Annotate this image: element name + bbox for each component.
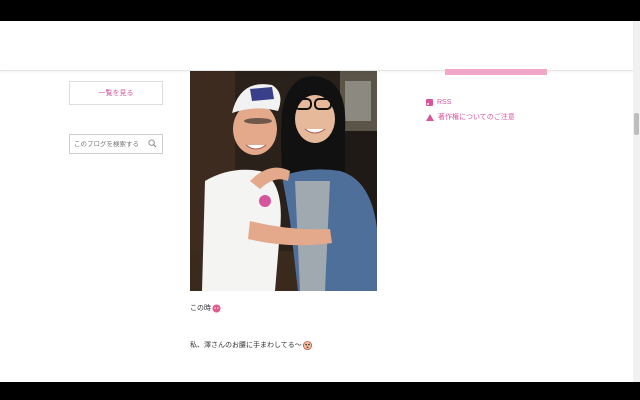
surprised-face-emoji-icon bbox=[302, 340, 312, 350]
rss-link-label[interactable]: RSS bbox=[437, 99, 451, 106]
scrollbar-thumb[interactable] bbox=[634, 113, 639, 135]
post-caption-1-text: この時 bbox=[190, 305, 211, 312]
warning-icon bbox=[426, 113, 434, 121]
blog-search-input[interactable] bbox=[74, 140, 144, 148]
site-header bbox=[0, 21, 633, 71]
post-caption-2: 私、澤さんのお腰に手まわしてる〜 bbox=[190, 340, 312, 350]
search-icon[interactable] bbox=[148, 139, 157, 148]
browser-viewport: 一覧を見る このブログを検索する この時 私、澤さんのお腰に手まわしてる〜 RS… bbox=[0, 21, 640, 382]
post-caption-2-text: 私、澤さんのお腰に手まわしてる〜 bbox=[190, 342, 302, 349]
copyright-notice-label[interactable]: 著作権についてのご注意 bbox=[438, 112, 515, 122]
heart-face-emoji-icon bbox=[212, 303, 221, 313]
post-caption-1: この時 bbox=[190, 303, 221, 313]
blog-search-box[interactable] bbox=[69, 134, 163, 154]
accent-button-bar[interactable] bbox=[445, 69, 547, 75]
letterbox-top bbox=[0, 0, 640, 21]
view-list-button[interactable]: 一覧を見る bbox=[69, 81, 163, 105]
copyright-notice-link[interactable]: 著作権についてのご注意 bbox=[426, 112, 515, 122]
vertical-scrollbar[interactable] bbox=[633, 21, 640, 382]
rss-link[interactable]: RSS bbox=[426, 99, 451, 106]
rss-icon bbox=[426, 99, 433, 106]
letterbox-bottom bbox=[0, 382, 640, 400]
post-photo bbox=[190, 71, 377, 291]
